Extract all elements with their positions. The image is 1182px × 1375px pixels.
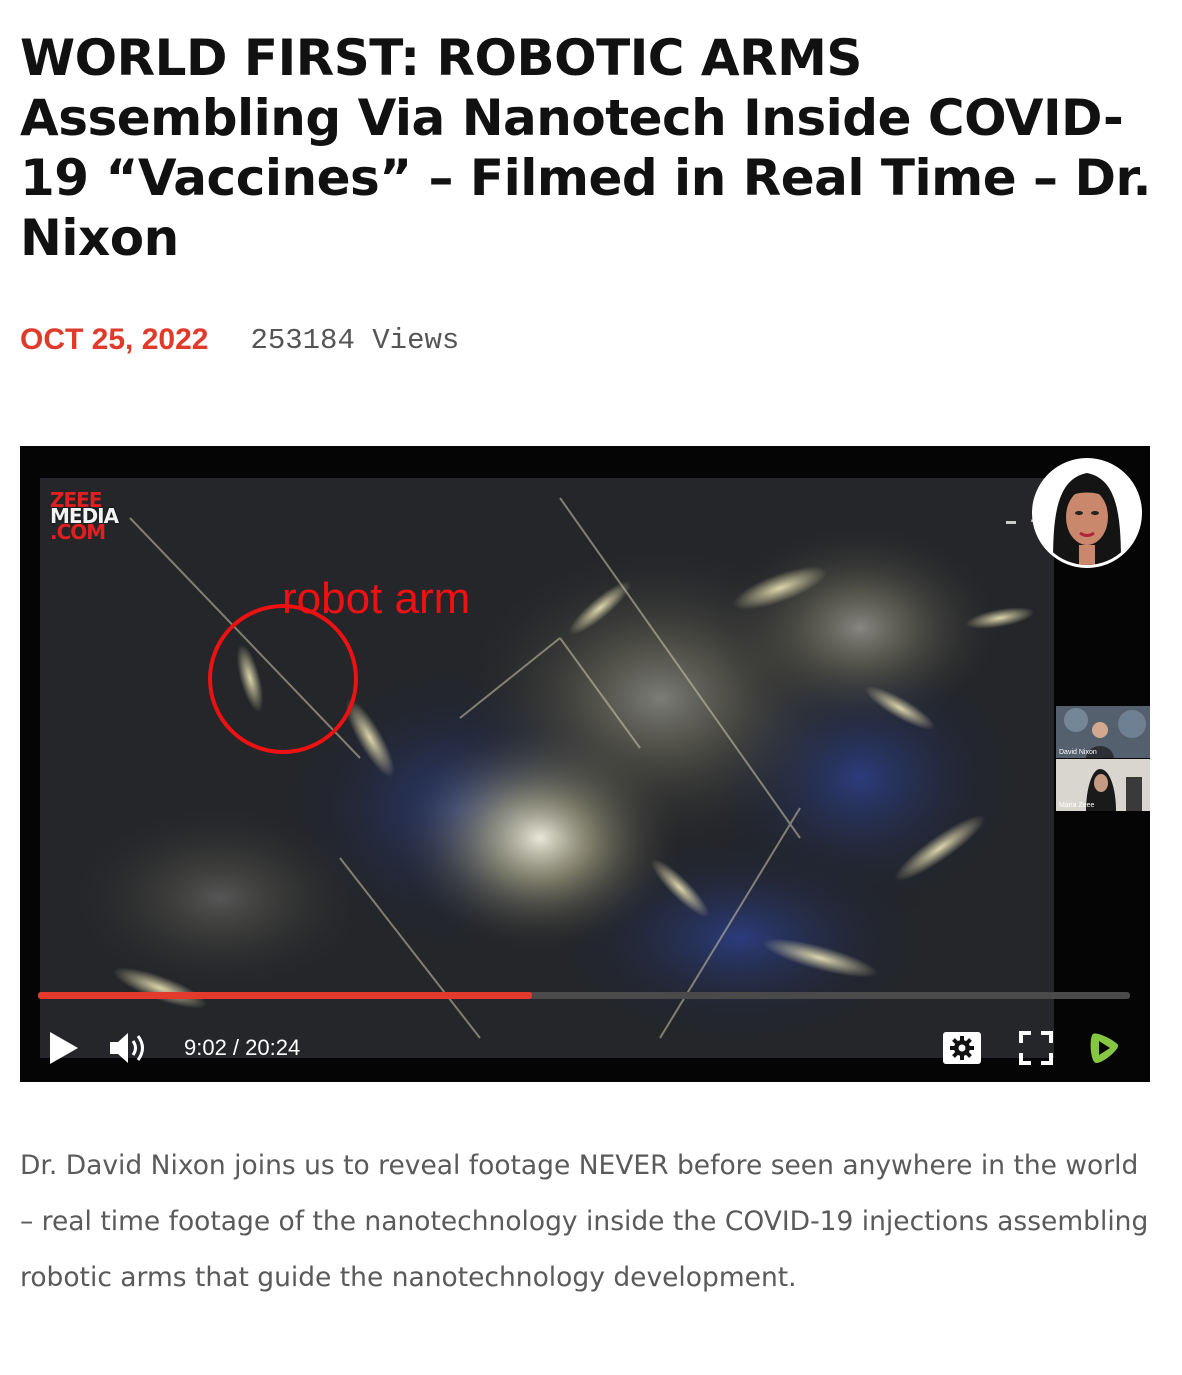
article-meta: OCT 25, 2022 253184 Views (20, 318, 459, 362)
gear-icon (943, 1032, 981, 1064)
progress-bar[interactable] (38, 992, 1130, 999)
volume-button[interactable] (106, 1026, 152, 1070)
publish-date: OCT 25, 2022 (20, 323, 209, 356)
participant-thumb-maria[interactable]: Maria Zeee (1056, 759, 1150, 811)
robot-arm-annotation: robot arm (282, 574, 471, 623)
zeee-media-logo: ZEEE MEDIA .COM (50, 490, 119, 542)
player-controls: 9:02 / 20:24 (20, 1026, 1150, 1070)
settings-button[interactable] (940, 1026, 984, 1070)
view-count: 253184 Views (250, 323, 460, 357)
time-display: 9:02 / 20:24 (184, 1035, 301, 1060)
play-icon (50, 1032, 78, 1064)
article-description: Dr. David Nixon joins us to reveal foota… (20, 1150, 1149, 1293)
volume-icon (110, 1033, 144, 1063)
fullscreen-icon (1019, 1031, 1053, 1065)
article-title: WORLD FIRST: ROBOTIC ARMS Assembling Via… (20, 29, 1152, 267)
progress-fill (38, 992, 532, 999)
participant-name: Maria Zeee (1059, 802, 1095, 809)
participant-name: David Nixon (1059, 749, 1097, 756)
video-player[interactable]: ZEEE MEDIA .COM robot arm ▬ ▪ David Nixo… (20, 446, 1150, 1082)
microscope-footage (40, 478, 1054, 1058)
play-button[interactable] (44, 1026, 84, 1070)
rumble-logo-icon (1090, 1033, 1119, 1064)
participant-thumb-david[interactable]: David Nixon (1056, 706, 1150, 758)
rumble-button[interactable] (1082, 1026, 1126, 1070)
avatar-illustration (1035, 461, 1139, 565)
host-avatar (1032, 458, 1142, 568)
video-frame[interactable]: ZEEE MEDIA .COM robot arm ▬ ▪ (40, 478, 1054, 1058)
fullscreen-button[interactable] (1014, 1026, 1058, 1070)
